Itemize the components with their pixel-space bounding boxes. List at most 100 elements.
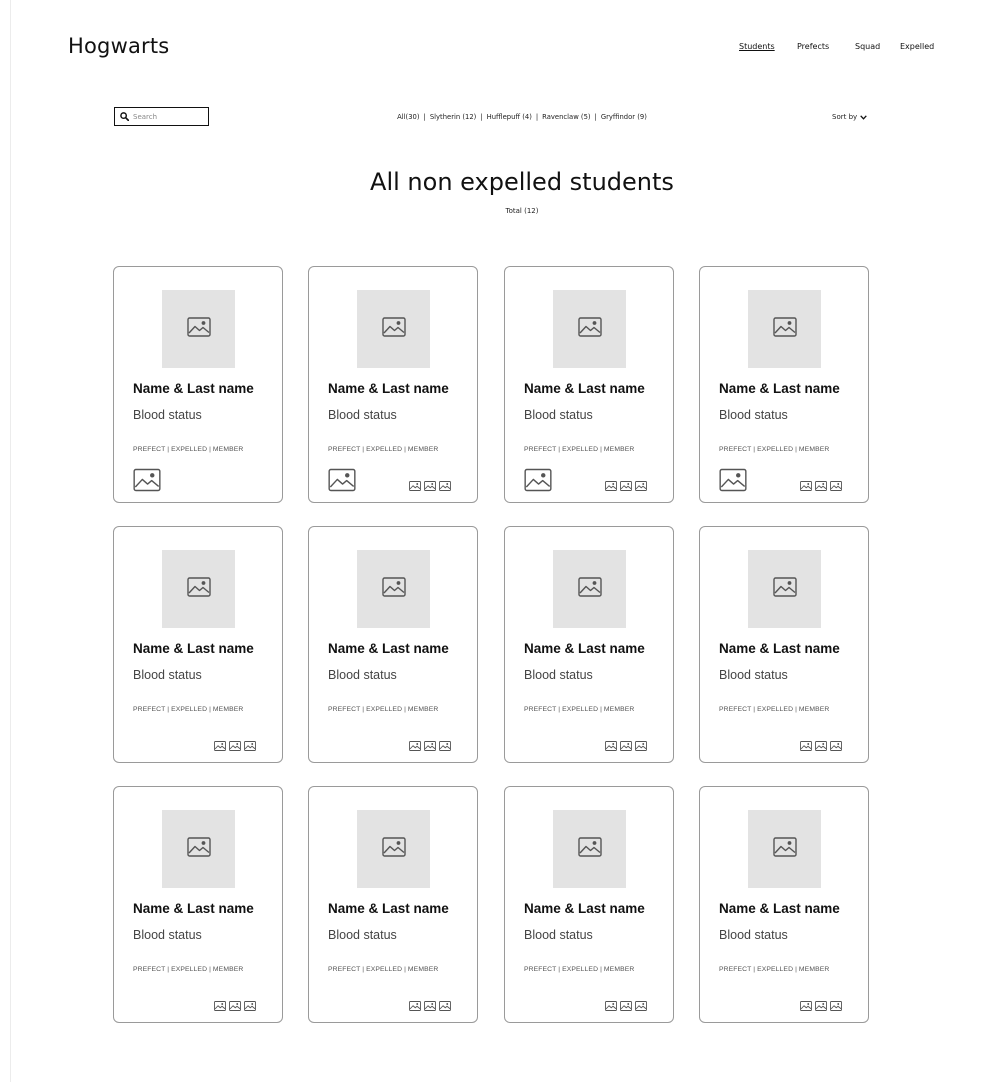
page-left-border — [10, 0, 11, 1082]
badge-icon[interactable] — [620, 740, 632, 752]
badge-icon[interactable] — [830, 480, 842, 492]
nav-students[interactable]: Students — [739, 42, 775, 51]
student-roles: PREFECT | EXPELLED | MEMBER — [719, 706, 830, 713]
badge-icon[interactable] — [800, 480, 812, 492]
blood-status: Blood status — [328, 408, 397, 422]
image-placeholder-icon — [186, 837, 211, 861]
badge-icon[interactable] — [605, 480, 617, 492]
image-placeholder-icon — [381, 317, 406, 341]
badge-icon[interactable] — [605, 1000, 617, 1012]
badge-row — [409, 480, 451, 492]
image-placeholder-icon — [381, 837, 406, 861]
nav-squad[interactable]: Squad — [855, 42, 880, 51]
student-name: Name & Last name — [133, 641, 254, 656]
badge-icon[interactable] — [439, 480, 451, 492]
student-roles: PREFECT | EXPELLED | MEMBER — [328, 446, 439, 453]
student-photo-placeholder — [553, 550, 626, 628]
student-card[interactable]: Name & Last name Blood status PREFECT | EX… — [113, 526, 283, 763]
student-count: Total (12) — [505, 207, 539, 215]
badge-icon[interactable] — [620, 1000, 632, 1012]
image-placeholder-icon — [186, 577, 211, 601]
filter-slytherin[interactable]: Slytherin (12) — [430, 113, 476, 121]
student-card[interactable]: Name & Last name Blood status PREFECT | EX… — [308, 526, 478, 763]
main-nav: Students Prefects Squad Expelled — [700, 42, 940, 56]
badge-icon[interactable] — [815, 1000, 827, 1012]
student-card[interactable]: Name & Last name Blood status PREFECT | EX… — [113, 786, 283, 1023]
filter-separator: | — [594, 113, 597, 121]
student-roles: PREFECT | EXPELLED | MEMBER — [133, 966, 244, 973]
filter-gryffindor[interactable]: Gryffindor (9) — [601, 113, 647, 121]
badge-icon[interactable] — [424, 740, 436, 752]
badge-row — [409, 740, 451, 752]
badge-row — [605, 480, 647, 492]
badge-icon[interactable] — [439, 740, 451, 752]
badge-icon[interactable] — [605, 740, 617, 752]
student-card[interactable]: Name & Last name Blood status PREFECT | EX… — [504, 526, 674, 763]
badge-row — [409, 1000, 451, 1012]
badge-icon[interactable] — [229, 1000, 241, 1012]
image-placeholder-icon — [577, 577, 602, 601]
filter-hufflepuff[interactable]: Hufflepuff (4) — [487, 113, 532, 121]
badge-icon[interactable] — [214, 1000, 226, 1012]
image-placeholder-icon — [772, 837, 797, 861]
badge-icon[interactable] — [830, 1000, 842, 1012]
badge-icon[interactable] — [424, 480, 436, 492]
badge-icon[interactable] — [409, 1000, 421, 1012]
blood-status: Blood status — [719, 668, 788, 682]
student-roles: PREFECT | EXPELLED | MEMBER — [133, 706, 244, 713]
student-card[interactable]: Name & Last name Blood status PREFECT | EX… — [699, 786, 869, 1023]
badge-icon[interactable] — [620, 480, 632, 492]
student-photo-placeholder — [162, 550, 235, 628]
site-logo[interactable]: Hogwarts — [68, 34, 169, 58]
student-name: Name & Last name — [328, 641, 449, 656]
badge-icon[interactable] — [635, 1000, 647, 1012]
search-input[interactable] — [129, 112, 203, 121]
student-card[interactable]: Name & Last name Blood status PREFECT | EX… — [504, 266, 674, 503]
nav-expelled[interactable]: Expelled — [900, 42, 934, 51]
badge-icon[interactable] — [635, 480, 647, 492]
badge-row — [605, 1000, 647, 1012]
student-card[interactable]: Name & Last name Blood status PREFECT | EX… — [308, 786, 478, 1023]
badge-icon[interactable] — [830, 740, 842, 752]
badge-icon[interactable] — [244, 740, 256, 752]
student-photo-placeholder — [162, 290, 235, 368]
student-roles: PREFECT | EXPELLED | MEMBER — [328, 706, 439, 713]
badge-icon[interactable] — [244, 1000, 256, 1012]
student-card[interactable]: Name & Last name Blood status PREFECT | EX… — [699, 266, 869, 503]
filter-all[interactable]: All(30) — [397, 113, 419, 121]
student-card[interactable]: Name & Last name Blood status PREFECT | EX… — [113, 266, 283, 503]
badge-row — [800, 1000, 842, 1012]
student-name: Name & Last name — [328, 381, 449, 396]
badge-icon[interactable] — [409, 480, 421, 492]
house-crest-icon — [133, 468, 161, 492]
badge-icon[interactable] — [424, 1000, 436, 1012]
badge-icon[interactable] — [815, 480, 827, 492]
badge-icon[interactable] — [800, 740, 812, 752]
student-card[interactable]: Name & Last name Blood status PREFECT | EX… — [308, 266, 478, 503]
badge-icon[interactable] — [635, 740, 647, 752]
badge-icon[interactable] — [800, 1000, 812, 1012]
filter-ravenclaw[interactable]: Ravenclaw (5) — [542, 113, 590, 121]
badge-row — [214, 1000, 256, 1012]
badge-icon[interactable] — [229, 740, 241, 752]
badge-row — [800, 740, 842, 752]
image-placeholder-icon — [381, 577, 406, 601]
badge-icon[interactable] — [815, 740, 827, 752]
student-photo-placeholder — [748, 810, 821, 888]
student-name: Name & Last name — [524, 641, 645, 656]
student-photo-placeholder — [357, 290, 430, 368]
sort-dropdown[interactable]: Sort by — [832, 113, 867, 121]
student-photo-placeholder — [162, 810, 235, 888]
blood-status: Blood status — [719, 928, 788, 942]
student-name: Name & Last name — [133, 901, 254, 916]
student-photo-placeholder — [553, 810, 626, 888]
badge-icon[interactable] — [214, 740, 226, 752]
blood-status: Blood status — [133, 668, 202, 682]
student-card[interactable]: Name & Last name Blood status PREFECT | EX… — [699, 526, 869, 763]
badge-icon[interactable] — [439, 1000, 451, 1012]
search-box[interactable] — [114, 107, 209, 126]
badge-icon[interactable] — [409, 740, 421, 752]
nav-prefects[interactable]: Prefects — [797, 42, 829, 51]
student-card[interactable]: Name & Last name Blood status PREFECT | EX… — [504, 786, 674, 1023]
student-roles: PREFECT | EXPELLED | MEMBER — [719, 446, 830, 453]
